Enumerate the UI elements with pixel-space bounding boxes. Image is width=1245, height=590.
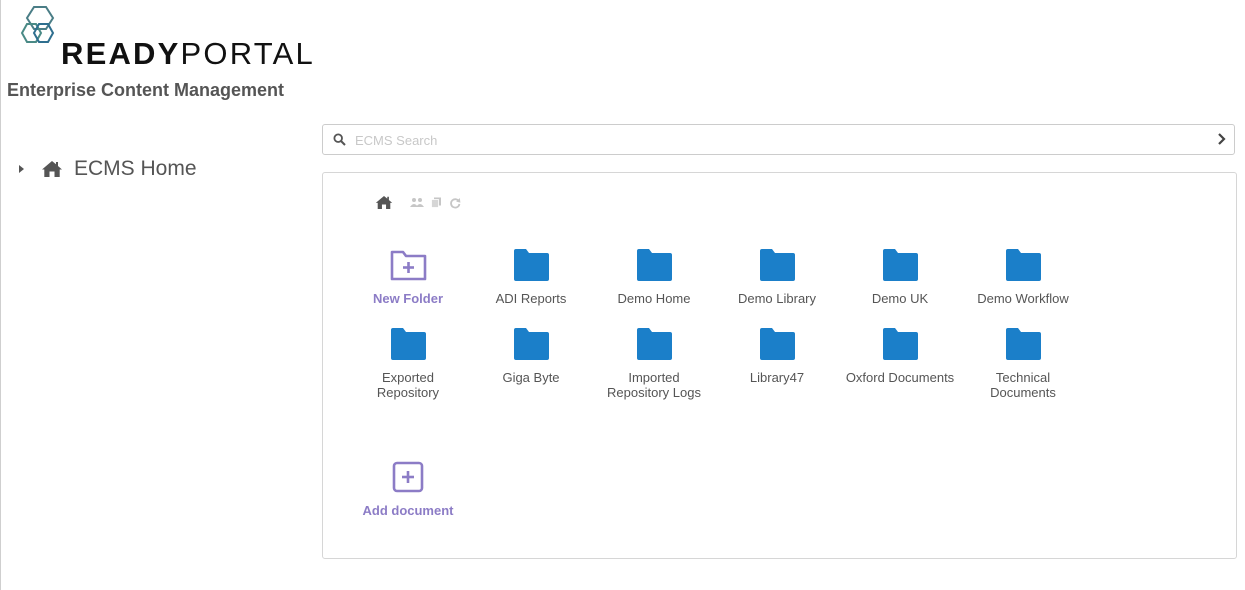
logo-hexagon-icon <box>20 6 55 43</box>
expand-caret-icon[interactable] <box>19 165 24 173</box>
add-document-button[interactable]: Add document <box>353 461 463 533</box>
brand-name: READYPORTAL <box>61 36 315 72</box>
tree-item-ecms-home[interactable]: ECMS Home <box>19 155 197 183</box>
folder-tile[interactable]: Exported Repository Content <box>353 328 463 400</box>
users-icon[interactable] <box>410 197 424 208</box>
folder-icon <box>476 249 586 281</box>
folder-tile[interactable]: Imported Repository Logs <box>599 328 709 400</box>
folder-icon <box>845 328 955 360</box>
new-folder-label: New Folder <box>372 291 444 306</box>
folder-label: Library47 <box>749 370 805 385</box>
folder-icon <box>968 249 1078 281</box>
folder-tile[interactable]: Giga Byte <box>476 328 586 400</box>
add-document-label: Add document <box>362 503 454 518</box>
refresh-icon[interactable] <box>449 197 461 209</box>
app-subtitle: Enterprise Content Management <box>7 80 285 100</box>
new-folder-button[interactable]: New Folder <box>353 249 463 321</box>
search-bar <box>322 124 1235 155</box>
tree-item-label: ECMS Home <box>74 157 197 180</box>
folder-icon <box>845 249 955 281</box>
folder-label: Giga Byte <box>502 370 560 385</box>
home-icon[interactable] <box>375 195 393 210</box>
folder-tile[interactable]: Demo Workflow <box>968 249 1078 321</box>
brand-name-bold: READY <box>61 36 181 71</box>
folder-tile[interactable]: Technical Documents <box>968 328 1078 400</box>
folder-tile[interactable]: Demo Home <box>599 249 709 321</box>
folder-tile[interactable]: Library47 <box>722 328 832 400</box>
folder-icon <box>722 249 832 281</box>
copy-icon[interactable] <box>431 197 442 208</box>
home-icon <box>41 160 63 178</box>
folder-icon <box>722 328 832 360</box>
add-document-icon <box>353 461 463 493</box>
folder-icon <box>353 328 463 360</box>
folder-label: ADI Reports <box>495 291 567 306</box>
folder-label: Imported Repository Logs <box>607 370 701 400</box>
folder-tile[interactable]: Oxford Documents <box>845 328 955 400</box>
folder-label: Oxford Documents <box>845 370 955 385</box>
folder-tile[interactable]: ADI Reports <box>476 249 586 321</box>
folder-label: Demo Library <box>737 291 817 306</box>
search-icon <box>333 133 346 151</box>
folder-tile[interactable]: Demo UK <box>845 249 955 321</box>
search-input[interactable] <box>353 127 1197 154</box>
folder-label: Exported Repository Content <box>376 370 440 400</box>
folder-icon <box>599 328 709 360</box>
content-panel: New Folder ADI Reports Demo Home Demo Li… <box>322 172 1237 559</box>
brand-name-rest: PORTAL <box>180 36 315 71</box>
folder-icon <box>968 328 1078 360</box>
folder-label: Demo Workflow <box>977 291 1069 306</box>
folder-label: Technical Documents <box>990 370 1056 400</box>
folder-label: Demo UK <box>871 291 929 306</box>
toolbar <box>375 195 468 210</box>
folder-icon <box>599 249 709 281</box>
chevron-right-icon[interactable] <box>1217 132 1226 151</box>
folder-icon <box>476 328 586 360</box>
folder-label: Demo Home <box>617 291 691 306</box>
new-folder-icon <box>353 249 463 281</box>
folder-tile[interactable]: Demo Library <box>722 249 832 321</box>
